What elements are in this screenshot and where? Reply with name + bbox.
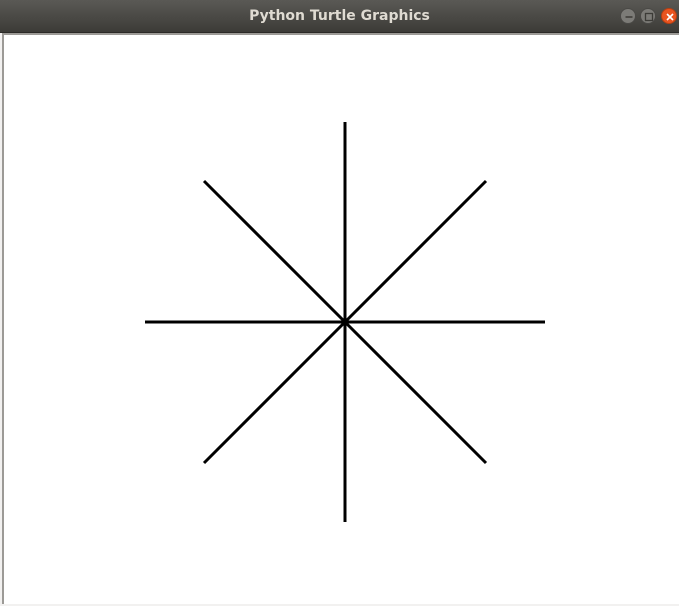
- turtle-line-135: [202, 179, 347, 324]
- window-title: Python Turtle Graphics: [249, 8, 430, 24]
- minimize-button[interactable]: [620, 8, 636, 24]
- minimize-icon: [625, 16, 633, 18]
- turtle-line-315: [343, 320, 488, 465]
- turtle-window: Python Turtle Graphics: [0, 0, 679, 606]
- close-icon: [666, 13, 674, 21]
- turtle-line-45: [343, 179, 488, 324]
- title-bar[interactable]: Python Turtle Graphics: [0, 0, 679, 33]
- maximize-icon: [644, 12, 654, 22]
- turtle-line-225: [202, 320, 347, 465]
- maximize-button[interactable]: [640, 8, 656, 24]
- turtle-canvas[interactable]: [4, 35, 679, 604]
- turtle-canvas-frame: [2, 33, 679, 604]
- close-button[interactable]: [661, 8, 677, 24]
